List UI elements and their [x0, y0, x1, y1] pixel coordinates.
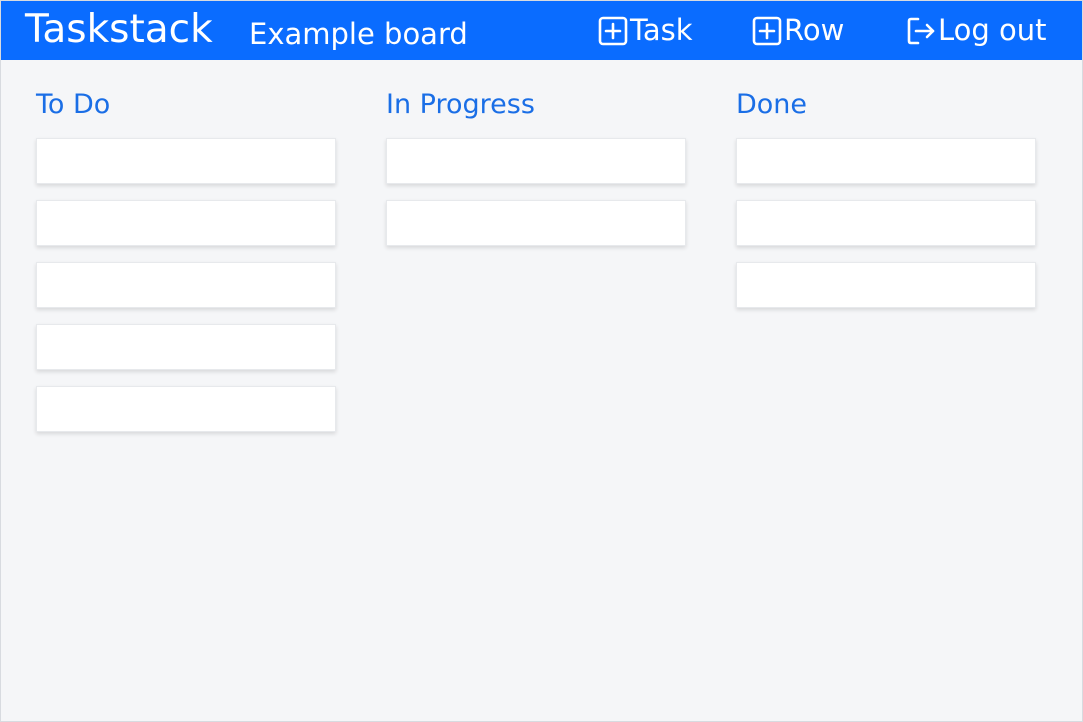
task-card[interactable] — [36, 138, 336, 184]
add-task-button[interactable]: Task — [597, 12, 693, 48]
log-out-label: Log out — [938, 13, 1047, 47]
app-brand[interactable]: Taskstack — [25, 8, 213, 52]
task-card[interactable] — [736, 200, 1036, 246]
plus-square-icon — [751, 14, 783, 46]
app-window: Taskstack Example board Task Row Log out… — [0, 0, 1083, 722]
task-card[interactable] — [736, 262, 1036, 308]
add-task-label: Task — [630, 13, 693, 47]
plus-square-icon — [597, 14, 629, 46]
board-title: Example board — [249, 17, 468, 51]
add-row-label: Row — [784, 13, 845, 47]
task-card[interactable] — [736, 138, 1036, 184]
column-title[interactable]: To Do — [36, 87, 336, 123]
column-done: Done — [736, 87, 1036, 324]
task-card[interactable] — [36, 386, 336, 432]
add-row-button[interactable]: Row — [751, 12, 844, 48]
card-list — [736, 138, 1036, 308]
column-title[interactable]: In Progress — [386, 87, 686, 123]
task-card[interactable] — [36, 262, 336, 308]
card-list — [386, 138, 686, 246]
task-card[interactable] — [36, 324, 336, 370]
card-list — [36, 138, 336, 432]
column-title[interactable]: Done — [736, 87, 1036, 123]
column-to-do: To Do — [36, 87, 336, 448]
log-out-button[interactable]: Log out — [905, 12, 1047, 48]
task-card[interactable] — [386, 138, 686, 184]
task-card[interactable] — [36, 200, 336, 246]
logout-icon — [905, 14, 937, 46]
column-in-progress: In Progress — [386, 87, 686, 262]
top-navigation-bar: Taskstack Example board Task Row Log out — [1, 1, 1082, 60]
task-card[interactable] — [386, 200, 686, 246]
